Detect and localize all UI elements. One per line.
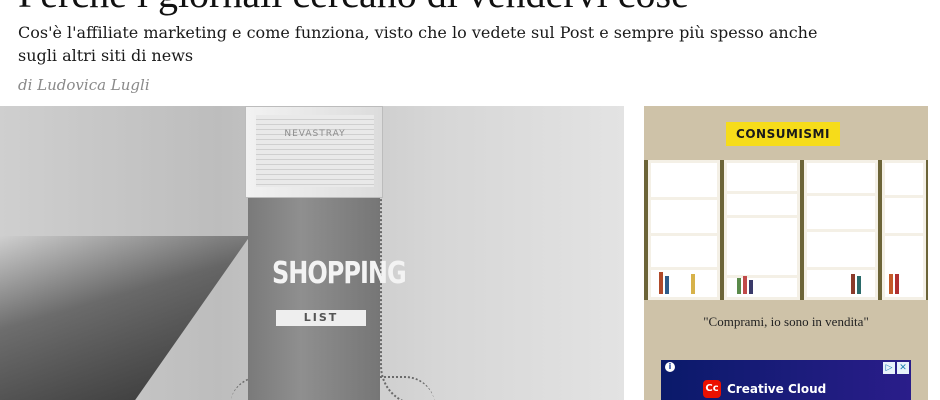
info-icon[interactable]: i: [665, 362, 675, 372]
related-article-card[interactable]: CONSUMISMI "Comprami, io sono in vendita…: [644, 106, 928, 400]
shelf-line: [885, 195, 923, 198]
hero-shadow: [0, 236, 250, 400]
shelf-unit: [724, 160, 800, 300]
book: [749, 280, 753, 294]
dispenser-brand: NEVASTRAY: [284, 129, 346, 139]
book: [851, 274, 855, 294]
book: [659, 272, 663, 294]
close-icon[interactable]: ✕: [897, 362, 909, 374]
product-dispenser-top: NEVASTRAY: [245, 106, 383, 198]
product-dispenser-body: SHOPPING LIST: [248, 198, 407, 400]
book: [737, 278, 741, 294]
shelf-line: [651, 267, 717, 270]
shelf-line: [651, 197, 717, 200]
shelf-line: [807, 193, 875, 196]
category-tag[interactable]: CONSUMISMI: [726, 122, 840, 146]
article-headline[interactable]: Perché i giornali cercano di vendervi co…: [18, 0, 738, 16]
shelf-line: [727, 191, 797, 194]
shelf-line: [651, 233, 717, 236]
shelf-unit: [804, 160, 878, 300]
shelf-unit: [648, 160, 720, 300]
advertisement-banner[interactable]: i Cc Creative Cloud ▷ ✕: [661, 360, 911, 400]
book: [857, 276, 861, 294]
book: [743, 276, 747, 294]
article-subtitle: Cos'è l'affiliate marketing e come funzi…: [18, 23, 818, 65]
dispenser-label-main: SHOPPING: [272, 255, 407, 291]
shelf-line: [807, 229, 875, 232]
book: [665, 276, 669, 294]
creative-cloud-logo-icon: Cc: [703, 380, 721, 398]
ad-choices-icon[interactable]: ▷: [883, 362, 895, 374]
shelf-line: [727, 215, 797, 218]
bookshelf-image: [644, 160, 928, 300]
related-article-title[interactable]: "Comprami, io sono in vendita": [644, 314, 928, 330]
dispenser-label-sub: LIST: [276, 310, 366, 326]
article-byline[interactable]: di Ludovica Lugli: [18, 76, 150, 94]
shelf-line: [807, 267, 875, 270]
shelf-unit: [882, 160, 926, 300]
book: [691, 274, 695, 294]
book: [895, 274, 899, 294]
hero-image: NEVASTRAY SHOPPING LIST: [0, 106, 624, 400]
shelf-line: [885, 233, 923, 236]
book: [889, 274, 893, 294]
ad-text[interactable]: Creative Cloud: [727, 382, 826, 396]
dispenser-ribs: [256, 115, 374, 187]
